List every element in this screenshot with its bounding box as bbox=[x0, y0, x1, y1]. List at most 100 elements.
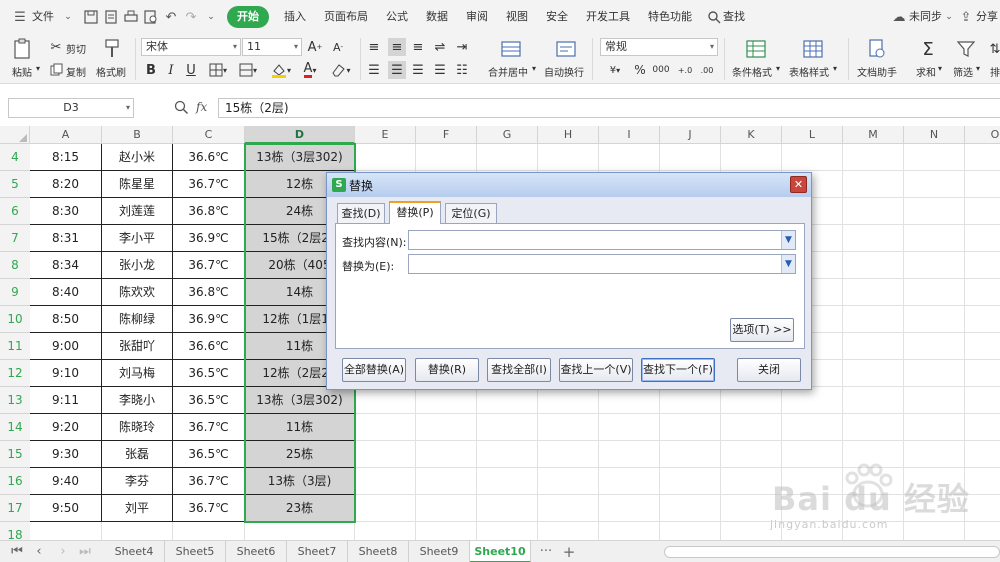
table-cell[interactable]: 13栋（3层302) bbox=[245, 387, 355, 414]
horizontal-scrollbar[interactable] bbox=[664, 546, 1000, 558]
table-cell[interactable] bbox=[721, 414, 782, 441]
filter-button[interactable]: 筛选 bbox=[953, 64, 973, 79]
zoom-formula-icon[interactable] bbox=[174, 100, 190, 116]
chevron-down-icon[interactable]: ▼ bbox=[781, 255, 795, 273]
table-cell[interactable] bbox=[904, 171, 965, 198]
table-style-button[interactable]: 表格样式 bbox=[789, 64, 829, 79]
table-cell[interactable] bbox=[843, 225, 904, 252]
find-previous-button[interactable]: 查找上一个(V) bbox=[559, 358, 633, 382]
table-cell[interactable]: 9:30 bbox=[30, 441, 102, 468]
table-cell[interactable]: 36.7℃ bbox=[173, 252, 245, 279]
table-cell[interactable] bbox=[904, 414, 965, 441]
italic-icon[interactable]: I bbox=[164, 61, 178, 79]
decrease-font-icon[interactable]: A- bbox=[330, 38, 346, 56]
table-cell[interactable] bbox=[843, 279, 904, 306]
row-header[interactable]: 11 bbox=[0, 333, 30, 360]
file-menu[interactable]: 文件 bbox=[30, 6, 63, 28]
row-header[interactable]: 7 bbox=[0, 225, 30, 252]
table-cell[interactable]: 张小龙 bbox=[102, 252, 173, 279]
table-cell[interactable]: 8:40 bbox=[30, 279, 102, 306]
sheet-tab-sheet7[interactable]: Sheet7 bbox=[287, 541, 348, 562]
table-cell[interactable]: 36.9℃ bbox=[173, 225, 245, 252]
table-cell[interactable] bbox=[843, 306, 904, 333]
table-cell[interactable]: 8:15 bbox=[30, 144, 102, 171]
tab-formulas[interactable]: 公式 bbox=[377, 6, 417, 28]
table-cell[interactable] bbox=[965, 171, 1000, 198]
table-cell[interactable] bbox=[355, 495, 416, 522]
table-cell[interactable] bbox=[782, 144, 843, 171]
table-cell[interactable] bbox=[477, 414, 538, 441]
table-cell[interactable]: 36.6℃ bbox=[173, 333, 245, 360]
table-cell[interactable] bbox=[843, 333, 904, 360]
table-cell[interactable]: 36.5℃ bbox=[173, 360, 245, 387]
table-cell[interactable] bbox=[904, 252, 965, 279]
table-cell[interactable] bbox=[538, 387, 599, 414]
column-header-g[interactable]: G bbox=[477, 126, 538, 144]
table-cell[interactable] bbox=[416, 387, 477, 414]
number-format-select[interactable]: 常规 ▾ bbox=[600, 38, 718, 56]
table-cell[interactable] bbox=[538, 414, 599, 441]
table-cell[interactable]: 11栋 bbox=[245, 414, 355, 441]
table-cell[interactable] bbox=[965, 225, 1000, 252]
sheet-tab-sheet5[interactable]: Sheet5 bbox=[165, 541, 226, 562]
column-header-e[interactable]: E bbox=[355, 126, 416, 144]
table-cell[interactable]: 8:30 bbox=[30, 198, 102, 225]
table-cell[interactable]: 13栋（3层) bbox=[245, 468, 355, 495]
sum-button[interactable]: 求和 bbox=[916, 64, 936, 79]
align-center-icon[interactable]: ☰ bbox=[388, 61, 406, 79]
table-cell[interactable]: 陈柳绿 bbox=[102, 306, 173, 333]
conditional-format-dropdown-icon[interactable]: ▾ bbox=[776, 64, 780, 73]
table-cell[interactable] bbox=[843, 144, 904, 171]
more-sheets-icon[interactable]: ··· bbox=[536, 541, 556, 562]
clear-format-icon[interactable]: ▾ bbox=[328, 61, 354, 79]
text-direction-icon[interactable]: ⇌ bbox=[432, 38, 448, 56]
table-cell[interactable] bbox=[843, 198, 904, 225]
close-icon[interactable]: ✕ bbox=[790, 176, 807, 193]
bold-icon[interactable]: B bbox=[144, 61, 158, 79]
row-header[interactable]: 13 bbox=[0, 387, 30, 414]
sum-dropdown-icon[interactable]: ▾ bbox=[938, 64, 942, 73]
chevron-down-icon[interactable]: ⌄ bbox=[944, 7, 954, 27]
table-cell[interactable] bbox=[477, 144, 538, 171]
row-header[interactable]: 18 bbox=[0, 522, 30, 540]
options-button[interactable]: 选项(T) >> bbox=[730, 318, 794, 342]
table-cell[interactable]: 36.9℃ bbox=[173, 306, 245, 333]
table-cell[interactable] bbox=[355, 522, 416, 540]
table-cell[interactable] bbox=[782, 414, 843, 441]
column-header-n[interactable]: N bbox=[904, 126, 965, 144]
table-cell[interactable] bbox=[965, 387, 1000, 414]
table-cell[interactable] bbox=[538, 468, 599, 495]
currency-icon[interactable]: ¥ ▾ bbox=[602, 61, 628, 79]
chevron-down-icon[interactable]: ⌄ bbox=[63, 7, 73, 27]
row-header[interactable]: 17 bbox=[0, 495, 30, 522]
undo-icon[interactable]: ↶ bbox=[161, 7, 181, 27]
table-cell[interactable]: 李芬 bbox=[102, 468, 173, 495]
table-cell[interactable] bbox=[904, 306, 965, 333]
sheet-tab-sheet6[interactable]: Sheet6 bbox=[226, 541, 287, 562]
table-cell[interactable]: 9:10 bbox=[30, 360, 102, 387]
table-cell[interactable] bbox=[965, 198, 1000, 225]
tab-security[interactable]: 安全 bbox=[537, 6, 577, 28]
column-header-i[interactable]: I bbox=[599, 126, 660, 144]
table-cell[interactable] bbox=[843, 414, 904, 441]
table-cell[interactable]: 刘平 bbox=[102, 495, 173, 522]
table-cell[interactable] bbox=[416, 522, 477, 540]
dialog-title-bar[interactable]: S 替换 ✕ bbox=[327, 173, 811, 197]
table-cell[interactable] bbox=[843, 387, 904, 414]
column-header-j[interactable]: J bbox=[660, 126, 721, 144]
fx-button[interactable]: fx bbox=[196, 100, 207, 114]
table-cell[interactable] bbox=[599, 387, 660, 414]
format-painter-button[interactable]: 格式刷 bbox=[96, 64, 126, 79]
table-cell[interactable] bbox=[477, 387, 538, 414]
sum-icon[interactable]: Σ bbox=[918, 38, 938, 60]
paste-dropdown-icon[interactable]: ▾ bbox=[36, 64, 40, 73]
sort-icon[interactable]: ⇅ bbox=[990, 38, 1000, 60]
next-sheet-icon[interactable]: › bbox=[54, 541, 72, 562]
table-cell[interactable]: 25栋 bbox=[245, 441, 355, 468]
replace-all-button[interactable]: 全部替换(A) bbox=[342, 358, 406, 382]
table-cell[interactable]: 23栋 bbox=[245, 495, 355, 522]
merge-dropdown-icon[interactable]: ▾ bbox=[532, 64, 536, 73]
share-icon[interactable]: ⇪ bbox=[958, 7, 974, 27]
table-cell[interactable]: 36.8℃ bbox=[173, 198, 245, 225]
table-cell[interactable] bbox=[843, 171, 904, 198]
